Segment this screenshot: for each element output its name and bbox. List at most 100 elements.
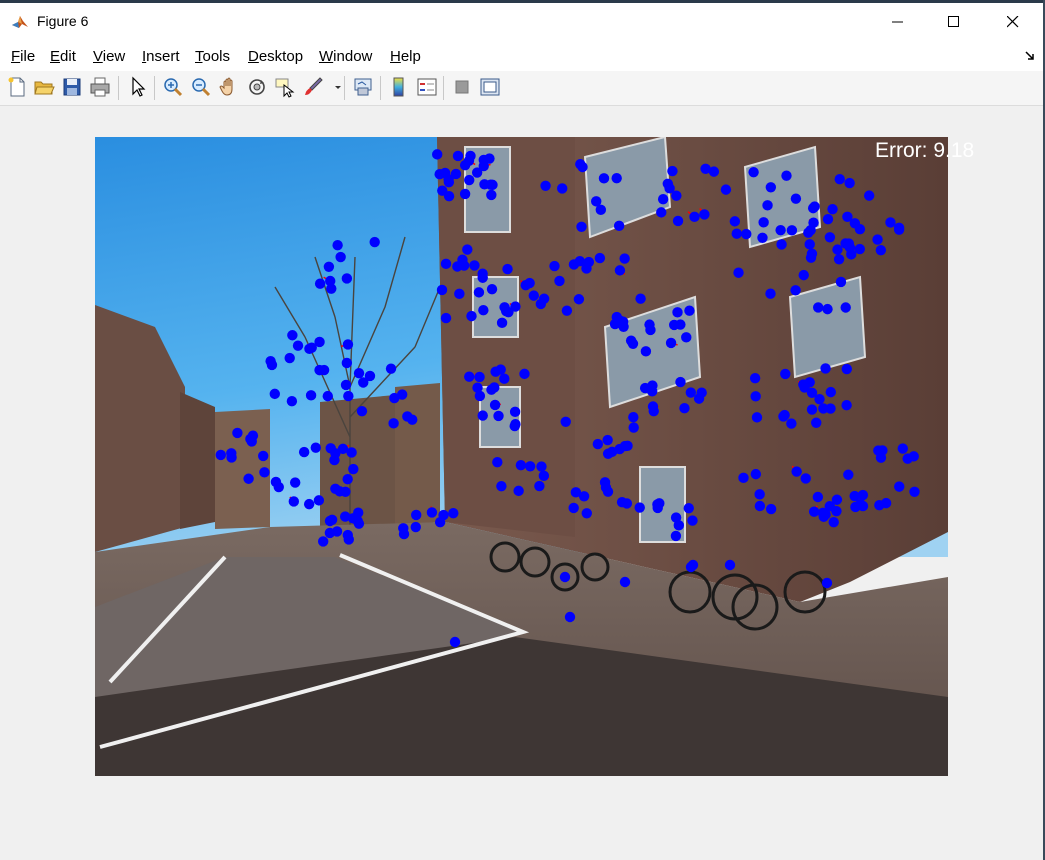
save-icon[interactable] bbox=[61, 76, 83, 98]
menu-desktop-mnemonic: D bbox=[248, 48, 259, 65]
menu-edit-label: dit bbox=[60, 48, 76, 65]
feature-point-marker bbox=[486, 189, 497, 201]
menu-file[interactable]: File bbox=[11, 48, 35, 65]
feature-point-marker bbox=[798, 269, 809, 281]
feature-point-marker bbox=[609, 318, 621, 330]
rotate-3d-icon[interactable] bbox=[246, 76, 268, 98]
close-button[interactable] bbox=[984, 3, 1042, 41]
feature-point-marker bbox=[812, 491, 824, 503]
feature-point-marker bbox=[811, 417, 822, 428]
print-icon[interactable] bbox=[89, 76, 111, 98]
menu-help[interactable]: Help bbox=[390, 48, 421, 65]
feature-point-marker bbox=[578, 491, 590, 502]
feature-point-marker bbox=[902, 453, 913, 464]
feature-point-marker bbox=[493, 410, 504, 422]
feature-point-marker bbox=[672, 307, 683, 318]
toolbar-separator bbox=[118, 76, 119, 100]
toolbar-separator bbox=[380, 76, 381, 100]
feature-point-marker bbox=[628, 412, 639, 423]
feature-point-marker bbox=[303, 498, 315, 510]
feature-point-marker bbox=[808, 217, 819, 228]
zoom-out-icon[interactable] bbox=[190, 76, 212, 98]
menu-tools[interactable]: Tools bbox=[195, 48, 230, 65]
feature-point-marker bbox=[741, 228, 752, 240]
feature-point-marker bbox=[490, 366, 501, 377]
feature-point-marker bbox=[343, 390, 354, 402]
image-axes[interactable] bbox=[95, 137, 948, 776]
menu-insert[interactable]: Insert bbox=[142, 48, 180, 65]
feature-point-marker bbox=[348, 463, 359, 475]
feature-point-marker bbox=[804, 377, 815, 388]
feature-point-marker bbox=[265, 355, 276, 367]
feature-point-marker bbox=[509, 406, 521, 418]
feature-point-marker bbox=[356, 405, 368, 417]
pan-hand-icon[interactable] bbox=[218, 76, 240, 98]
feature-point-marker bbox=[621, 498, 633, 509]
menu-edit[interactable]: Edit bbox=[50, 48, 76, 65]
feature-point-marker bbox=[750, 468, 762, 480]
feature-point-marker bbox=[496, 317, 508, 329]
select-arrow-icon[interactable] bbox=[127, 76, 149, 98]
hide-plot-tools-icon[interactable] bbox=[451, 76, 473, 98]
feature-point-marker bbox=[326, 514, 338, 525]
feature-point-marker bbox=[314, 278, 326, 289]
brush-icon[interactable] bbox=[302, 76, 324, 98]
data-cursor-icon[interactable] bbox=[274, 76, 296, 98]
maximize-button[interactable] bbox=[925, 3, 983, 41]
brush-dropdown-icon[interactable] bbox=[327, 76, 341, 98]
feature-point-marker bbox=[790, 193, 802, 204]
feature-point-marker bbox=[720, 184, 732, 195]
feature-point-marker bbox=[474, 390, 486, 402]
feature-point-marker bbox=[731, 228, 742, 239]
title-bar[interactable]: Figure 6 bbox=[0, 3, 1043, 41]
open-file-icon[interactable] bbox=[33, 76, 55, 98]
feature-point-marker bbox=[410, 521, 421, 533]
feature-point-marker bbox=[765, 288, 776, 299]
feature-point-marker bbox=[872, 234, 883, 245]
feature-point-marker bbox=[440, 258, 452, 270]
feature-point-marker bbox=[665, 337, 677, 349]
menu-view[interactable]: View bbox=[93, 48, 125, 65]
menu-desktop[interactable]: Desktop bbox=[248, 48, 303, 65]
colorbar-icon[interactable] bbox=[388, 76, 410, 98]
show-plot-tools-icon[interactable] bbox=[479, 76, 501, 98]
feature-point-marker bbox=[459, 160, 471, 171]
feature-point-marker bbox=[536, 461, 547, 472]
feature-point-marker bbox=[780, 368, 791, 380]
feature-point-marker bbox=[540, 180, 551, 191]
menu-window[interactable]: Window bbox=[319, 48, 372, 65]
menu-help-mnemonic: H bbox=[390, 48, 401, 65]
feature-point-marker bbox=[385, 363, 397, 374]
toolbar-separator bbox=[344, 76, 345, 100]
feature-point-marker bbox=[790, 285, 801, 296]
legend-icon[interactable] bbox=[416, 76, 438, 98]
feature-point-marker bbox=[432, 149, 443, 160]
feature-point-marker bbox=[486, 283, 498, 295]
feature-point-marker bbox=[489, 382, 500, 393]
feature-point-marker bbox=[781, 170, 792, 181]
feature-point-marker bbox=[313, 495, 325, 506]
feature-point-marker bbox=[568, 259, 580, 270]
figure-toolbar bbox=[0, 71, 1043, 106]
feature-point-marker bbox=[353, 367, 365, 379]
feature-point-marker bbox=[822, 303, 833, 315]
feature-point-marker bbox=[885, 217, 896, 228]
zoom-in-icon[interactable] bbox=[162, 76, 184, 98]
feature-point-marker bbox=[844, 177, 855, 189]
feature-point-marker bbox=[388, 418, 399, 429]
feature-point-marker bbox=[818, 403, 829, 414]
feature-point-marker bbox=[326, 283, 337, 294]
minimize-button[interactable] bbox=[869, 3, 927, 41]
feature-point-marker bbox=[758, 217, 769, 228]
feature-point-marker bbox=[687, 559, 699, 571]
feature-point-marker bbox=[667, 165, 678, 177]
feature-point-marker bbox=[335, 251, 346, 263]
dock-arrow-icon[interactable] bbox=[1025, 49, 1035, 61]
feature-point-marker bbox=[671, 190, 682, 201]
link-plot-icon[interactable] bbox=[352, 76, 374, 98]
feature-point-marker bbox=[341, 273, 353, 284]
feature-point-marker bbox=[827, 203, 838, 215]
feature-point-marker bbox=[292, 340, 304, 351]
new-figure-icon[interactable] bbox=[6, 76, 28, 98]
feature-point-marker bbox=[322, 390, 333, 402]
